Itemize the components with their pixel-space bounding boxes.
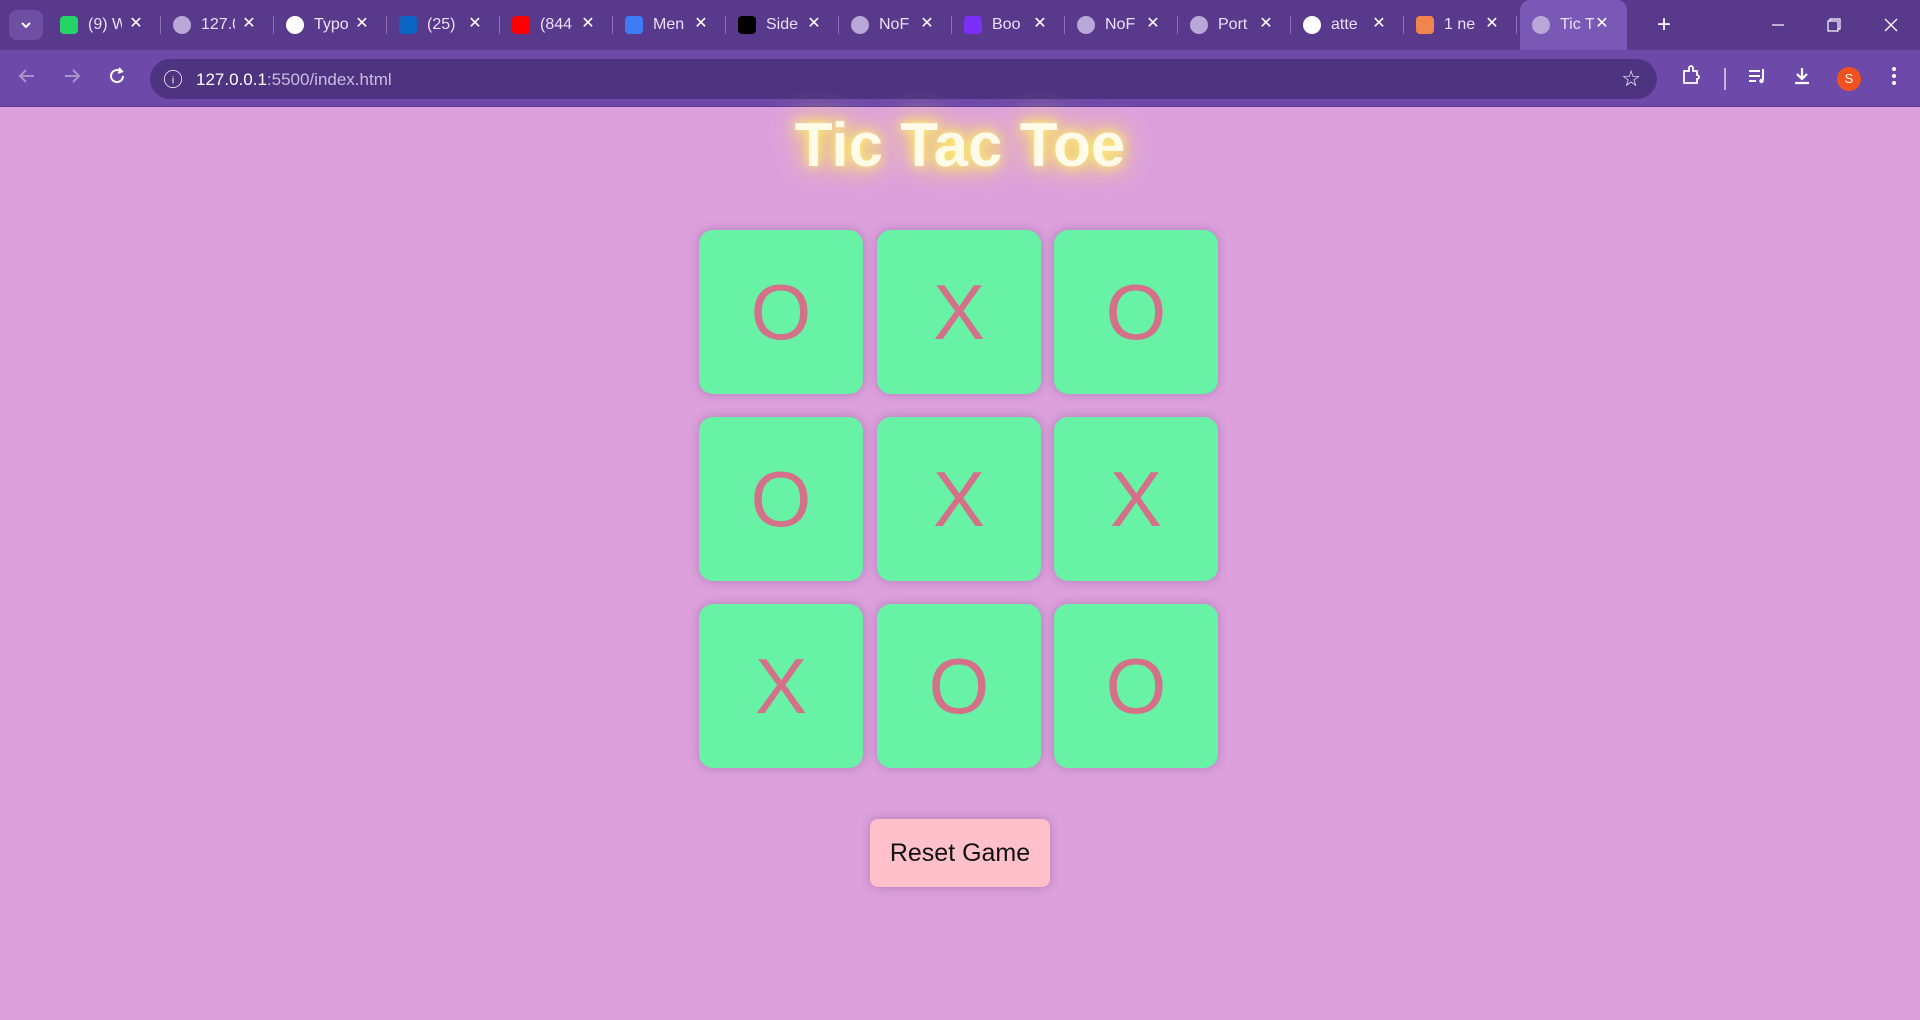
- close-tab-icon[interactable]: ✕: [1257, 15, 1275, 33]
- close-tab-icon[interactable]: ✕: [692, 15, 710, 33]
- close-tab-icon[interactable]: ✕: [353, 15, 371, 33]
- reload-button[interactable]: [102, 64, 132, 94]
- page-content: Tic Tac Toe OXOOXXXOO Reset Game: [0, 108, 1920, 1020]
- more-menu-icon[interactable]: [1880, 65, 1908, 93]
- chart-icon: [1416, 16, 1434, 34]
- openai-icon: [286, 16, 304, 34]
- browser-tab[interactable]: (9) W ✕: [48, 0, 161, 50]
- board-cell[interactable]: X: [1054, 417, 1218, 581]
- tab-title: Tic T: [1560, 16, 1594, 33]
- close-tab-icon[interactable]: ✕: [1483, 15, 1501, 33]
- globe-icon: [851, 16, 869, 34]
- tab-title: Boo: [992, 16, 1021, 33]
- board-cell[interactable]: O: [1054, 230, 1218, 394]
- google-icon: [1303, 16, 1321, 34]
- extensions-icon[interactable]: [1677, 65, 1705, 93]
- close-tab-icon[interactable]: ✕: [1593, 15, 1611, 33]
- tab-title: atte: [1331, 16, 1358, 33]
- globe-icon: [1077, 16, 1095, 34]
- bootstrap-icon: [964, 16, 982, 34]
- toolbar-divider: [1724, 68, 1726, 90]
- close-tab-icon[interactable]: ✕: [240, 15, 258, 33]
- browser-tab[interactable]: Boo ✕: [952, 0, 1065, 50]
- address-bar[interactable]: i 127.0.0.1:5500/index.html ☆: [150, 59, 1657, 99]
- tab-divider: [1516, 16, 1517, 34]
- close-window-button[interactable]: [1862, 0, 1920, 50]
- close-tab-icon[interactable]: ✕: [918, 15, 936, 33]
- board-cell[interactable]: O: [1054, 604, 1218, 768]
- close-tab-icon[interactable]: ✕: [1031, 15, 1049, 33]
- globe-icon: [173, 16, 191, 34]
- tab-list: (9) W✕127.0✕Typo✕(25) L✕(844✕Men✕Side✕No…: [48, 0, 1627, 50]
- browser-tab[interactable]: 127.0 ✕: [161, 0, 274, 50]
- close-tab-icon[interactable]: ✕: [127, 15, 145, 33]
- star-icon[interactable]: ☆: [1621, 66, 1641, 92]
- info-icon[interactable]: i: [164, 70, 182, 88]
- media-controls-icon[interactable]: [1743, 65, 1771, 93]
- tab-title: (9) W: [88, 16, 122, 33]
- reload-icon: [110, 67, 125, 84]
- tab-title: 127.0: [201, 16, 235, 33]
- tab-title: Men: [653, 16, 685, 33]
- board-cell[interactable]: O: [699, 417, 863, 581]
- close-tab-icon[interactable]: ✕: [1370, 15, 1388, 33]
- close-tab-icon[interactable]: ✕: [466, 15, 484, 33]
- tab-title: (25) L: [427, 16, 461, 33]
- back-button[interactable]: [12, 64, 42, 94]
- tab-title: NoF: [1105, 16, 1136, 33]
- browser-tab[interactable]: Men ✕: [613, 0, 726, 50]
- download-icon[interactable]: [1788, 65, 1816, 93]
- close-icon: [1884, 18, 1898, 32]
- forms-icon: [625, 16, 643, 34]
- restore-icon: [1827, 18, 1841, 32]
- tab-title: Port: [1218, 16, 1248, 33]
- hackernoon-icon: [738, 16, 756, 34]
- tab-title: NoF: [879, 16, 910, 33]
- close-tab-icon[interactable]: ✕: [579, 15, 597, 33]
- browser-tab[interactable]: Typo ✕: [274, 0, 387, 50]
- arrow-right-icon: [65, 69, 81, 83]
- board-cell[interactable]: O: [699, 230, 863, 394]
- close-tab-icon[interactable]: ✕: [1144, 15, 1162, 33]
- profile-avatar[interactable]: S: [1837, 67, 1861, 91]
- browser-toolbar: i 127.0.0.1:5500/index.html ☆: [0, 50, 1920, 107]
- linkedin-icon: [399, 16, 417, 34]
- browser-tab[interactable]: Side ✕: [726, 0, 839, 50]
- youtube-icon: [512, 16, 530, 34]
- arrow-left-icon: [18, 69, 34, 83]
- board-cell[interactable]: X: [699, 604, 863, 768]
- browser-tab[interactable]: Tic T ✕: [1520, 0, 1627, 50]
- browser-tab[interactable]: 1 ne ✕: [1404, 0, 1517, 50]
- board-cell[interactable]: O: [877, 604, 1041, 768]
- tab-title: (844: [540, 16, 573, 33]
- page-title: Tic Tac Toe: [794, 111, 1126, 180]
- chevron-down-icon: [21, 22, 31, 29]
- close-tab-icon[interactable]: ✕: [805, 15, 823, 33]
- board-cell[interactable]: X: [877, 230, 1041, 394]
- browser-tab[interactable]: (25) L ✕: [387, 0, 500, 50]
- minimize-icon: [1772, 24, 1784, 26]
- globe-icon: [1532, 16, 1550, 34]
- board-cell[interactable]: X: [877, 417, 1041, 581]
- game-board: OXOOXXXOO: [699, 230, 1221, 778]
- reset-game-button[interactable]: Reset Game: [870, 819, 1050, 887]
- browser-tab[interactable]: NoF ✕: [1065, 0, 1178, 50]
- tab-strip: (9) W✕127.0✕Typo✕(25) L✕(844✕Men✕Side✕No…: [0, 0, 1920, 50]
- forward-button[interactable]: [57, 64, 87, 94]
- globe-icon: [1190, 16, 1208, 34]
- tab-title: Typo: [314, 16, 348, 33]
- browser-tab[interactable]: atte ✕: [1291, 0, 1404, 50]
- restore-button[interactable]: [1805, 0, 1863, 50]
- browser-tab[interactable]: (844 ✕: [500, 0, 613, 50]
- tab-title: Side: [766, 16, 799, 33]
- new-tab-button[interactable]: +: [1650, 11, 1678, 39]
- tab-search-button[interactable]: [9, 10, 43, 40]
- browser-tab[interactable]: NoF ✕: [839, 0, 952, 50]
- whatsapp-icon: [60, 16, 78, 34]
- url-text[interactable]: 127.0.0.1:5500/index.html: [196, 70, 392, 90]
- minimize-button[interactable]: [1749, 0, 1807, 50]
- tab-title: 1 ne: [1444, 16, 1476, 33]
- browser-tab[interactable]: Port ✕: [1178, 0, 1291, 50]
